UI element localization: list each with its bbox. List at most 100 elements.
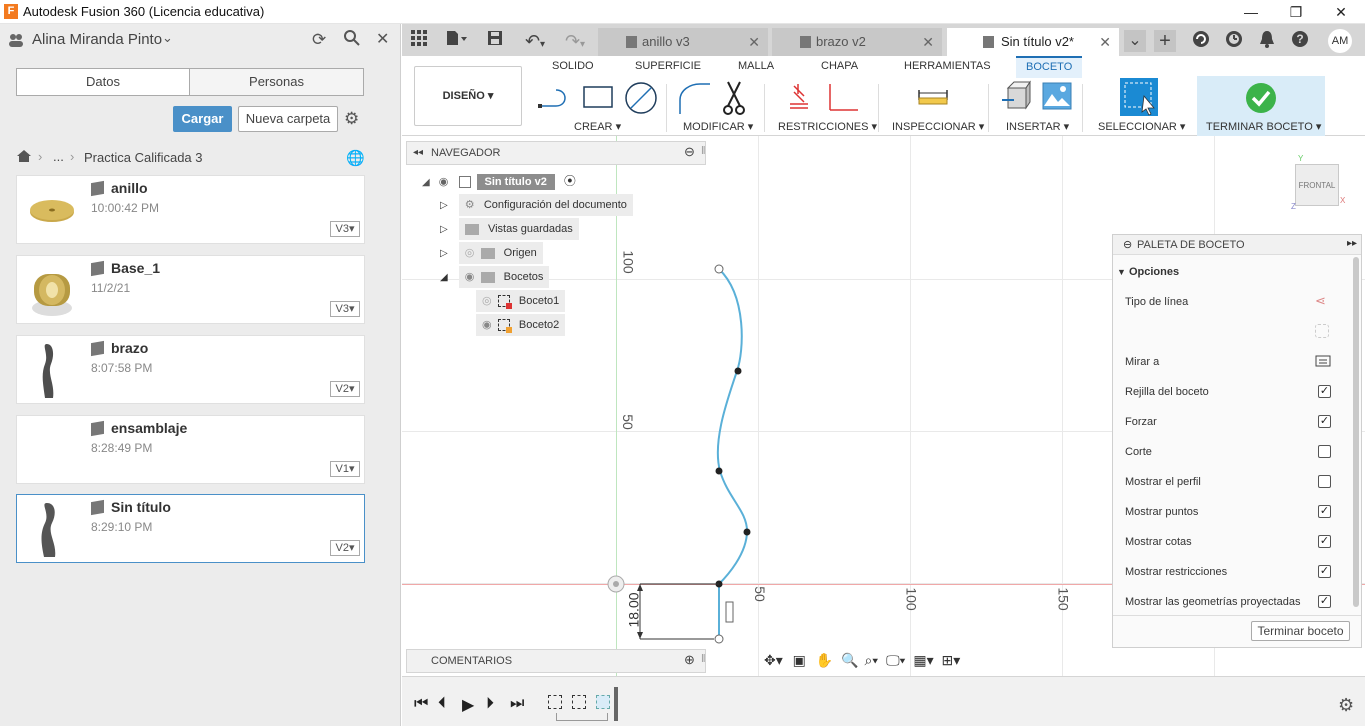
options-section[interactable]: ▼ Opciones [1117, 266, 1179, 278]
viewcube[interactable]: FRONTAL [1295, 164, 1339, 206]
redo-icon[interactable]: ↷▾ [558, 30, 592, 52]
construction-line-icon[interactable]: ⋖ [1315, 293, 1326, 309]
tree-item-sketches[interactable]: ◢ ◉ Bocetos [440, 266, 550, 288]
select-window-icon[interactable] [1120, 78, 1158, 116]
orbit-pan-icon[interactable]: ✥▾ [764, 652, 783, 668]
eye-icon[interactable]: ◉ [465, 271, 475, 283]
ribbon-tab-malla[interactable]: MALLA [738, 60, 774, 72]
minimize-button[interactable]: — [1236, 2, 1266, 22]
timeline-sketch2-icon[interactable] [572, 695, 586, 709]
sketch-grid-checkbox[interactable]: ✓ [1318, 385, 1331, 398]
palette-scrollbar[interactable] [1353, 257, 1359, 607]
close-tab-icon[interactable]: ✕ [748, 28, 760, 56]
timeline-sketch1-icon[interactable] [548, 695, 562, 709]
group-inspeccionar[interactable]: INSPECCIONAR ▾ [892, 120, 984, 133]
home-icon[interactable] [16, 149, 32, 166]
tree-item-saved-views[interactable]: ▷ Vistas guardadas [440, 218, 579, 240]
sync-icon[interactable] [1190, 30, 1212, 52]
minimize-circle-icon[interactable]: ⊖ [684, 144, 695, 160]
breadcrumb-ellipsis[interactable]: ... [53, 149, 64, 164]
upload-button[interactable]: Cargar [173, 106, 232, 132]
search-icon[interactable] [343, 29, 361, 50]
file-card[interactable]: brazo 8:07:58 PM V2▾ [16, 335, 365, 404]
panel-grip-icon[interactable]: ‖ [701, 653, 706, 665]
expand-triangle-icon[interactable]: ◢ [440, 272, 448, 283]
file-menu-icon[interactable] [442, 30, 472, 52]
insert-image-icon[interactable] [1042, 82, 1072, 113]
tab-brazo[interactable]: brazo v2 ✕ [772, 28, 942, 56]
line-tool-icon[interactable] [538, 82, 572, 115]
settings-gear-icon[interactable]: ⚙ [344, 109, 359, 129]
collapse-arrows-icon[interactable]: ◂◂ [413, 147, 423, 158]
new-tab-plus-icon[interactable]: + [1154, 30, 1176, 52]
navigator-header[interactable]: ◂◂ NAVEGADOR ⊖ ‖ [406, 141, 706, 165]
display-settings-icon[interactable]: 🖵▾ [886, 652, 905, 668]
rectangle-tool-icon[interactable] [582, 84, 614, 113]
workspace-dropdown[interactable]: DISEÑO ▾ [414, 66, 522, 126]
circle-tool-icon[interactable] [624, 81, 658, 118]
tab-anillo[interactable]: anillo v3 ✕ [598, 28, 768, 56]
tab-personas[interactable]: Personas [189, 68, 364, 96]
job-status-icon[interactable] [1223, 30, 1245, 52]
show-constraints-checkbox[interactable]: ✓ [1318, 565, 1331, 578]
refresh-icon[interactable]: ⟳ [312, 30, 326, 50]
tree-item-boceto1[interactable]: ◎ Boceto1 [476, 290, 566, 312]
comments-header[interactable]: COMENTARIOS ⊕ ‖ [406, 649, 706, 673]
expand-triangle-icon[interactable]: ▷ [440, 224, 448, 235]
tree-root[interactable]: ◢ ◉ Sin título v2 ⦿ [422, 170, 576, 192]
expand-arrows-icon[interactable]: ▸▸ [1347, 238, 1357, 249]
notifications-bell-icon[interactable] [1256, 30, 1278, 52]
group-terminar-boceto[interactable]: TERMINAR BOCETO ▾ [1206, 120, 1321, 133]
new-folder-button[interactable]: Nueva carpeta [238, 106, 338, 132]
ribbon-tab-solido[interactable]: SOLIDO [552, 60, 594, 72]
trim-scissors-icon[interactable] [722, 80, 748, 119]
palette-header[interactable]: ⊖ PALETA DE BOCETO ▸▸ [1113, 235, 1361, 255]
coincident-constraint-icon[interactable] [826, 82, 860, 115]
show-points-checkbox[interactable]: ✓ [1318, 505, 1331, 518]
dimension-label[interactable]: 18.00 [626, 592, 642, 627]
zoom-icon[interactable]: 🔍 [841, 652, 858, 668]
slice-checkbox[interactable] [1318, 445, 1331, 458]
horizontal-vertical-constraint-icon[interactable] [788, 82, 810, 115]
eye-icon[interactable]: ◉ [439, 176, 449, 188]
show-profile-checkbox[interactable] [1318, 475, 1331, 488]
minimize-circle-icon[interactable]: ⊖ [1123, 238, 1132, 251]
viewports-icon[interactable]: ⊞▾ [942, 652, 961, 668]
checkmark-green-icon[interactable] [1245, 82, 1277, 117]
group-seleccionar[interactable]: SELECCIONAR ▾ [1098, 120, 1185, 133]
file-card[interactable]: Sin título 8:29:10 PM V2▾ [16, 494, 365, 563]
hidden-eye-icon[interactable]: ◎ [465, 247, 475, 259]
version-dropdown[interactable]: V1▾ [330, 461, 360, 477]
go-to-end-icon[interactable]: ⏭ [510, 695, 524, 713]
measure-ruler-icon[interactable] [918, 88, 948, 111]
grid-settings-icon[interactable]: ▦▾ [913, 652, 933, 668]
expand-triangle-icon[interactable]: ▷ [440, 248, 448, 259]
chevron-down-icon[interactable]: ⌄ [162, 30, 173, 46]
timeline-sketch3-icon[interactable] [596, 695, 610, 709]
ribbon-tab-superficie[interactable]: SUPERFICIE [635, 60, 701, 72]
panel-grip-icon[interactable]: ‖ [701, 145, 706, 157]
look-at-icon[interactable] [1315, 353, 1331, 370]
undo-icon[interactable]: ↶▾ [518, 30, 552, 52]
timeline-marker[interactable] [614, 687, 618, 721]
tree-item-config[interactable]: ▷ ⚙ Configuración del documento [440, 194, 633, 216]
eye-icon[interactable]: ◉ [482, 319, 492, 331]
close-panel-icon[interactable]: ✕ [376, 29, 389, 49]
group-insertar[interactable]: INSERTAR ▾ [1006, 120, 1069, 133]
hidden-eye-icon[interactable]: ◎ [482, 295, 492, 307]
version-dropdown[interactable]: V2▾ [330, 381, 360, 397]
add-circle-icon[interactable]: ⊕ [684, 652, 695, 668]
look-at-icon[interactable]: ▣ [793, 652, 806, 668]
pan-hand-icon[interactable]: ✋ [816, 652, 833, 668]
file-card[interactable]: anillo 10:00:42 PM V3▾ [16, 175, 365, 244]
globe-icon[interactable]: 🌐 [346, 149, 365, 167]
tab-sin-titulo[interactable]: Sin título v2* ✕ [947, 28, 1119, 56]
group-restricciones[interactable]: RESTRICCIONES ▾ [778, 120, 877, 133]
version-dropdown[interactable]: V2▾ [330, 540, 360, 556]
snap-checkbox[interactable]: ✓ [1318, 415, 1331, 428]
step-forward-icon[interactable]: ⏵ [486, 695, 494, 713]
show-dimensions-checkbox[interactable]: ✓ [1318, 535, 1331, 548]
fillet-tool-icon[interactable] [676, 80, 712, 119]
tab-datos[interactable]: Datos [16, 68, 190, 96]
user-name[interactable]: Alina Miranda Pinto [32, 31, 162, 48]
